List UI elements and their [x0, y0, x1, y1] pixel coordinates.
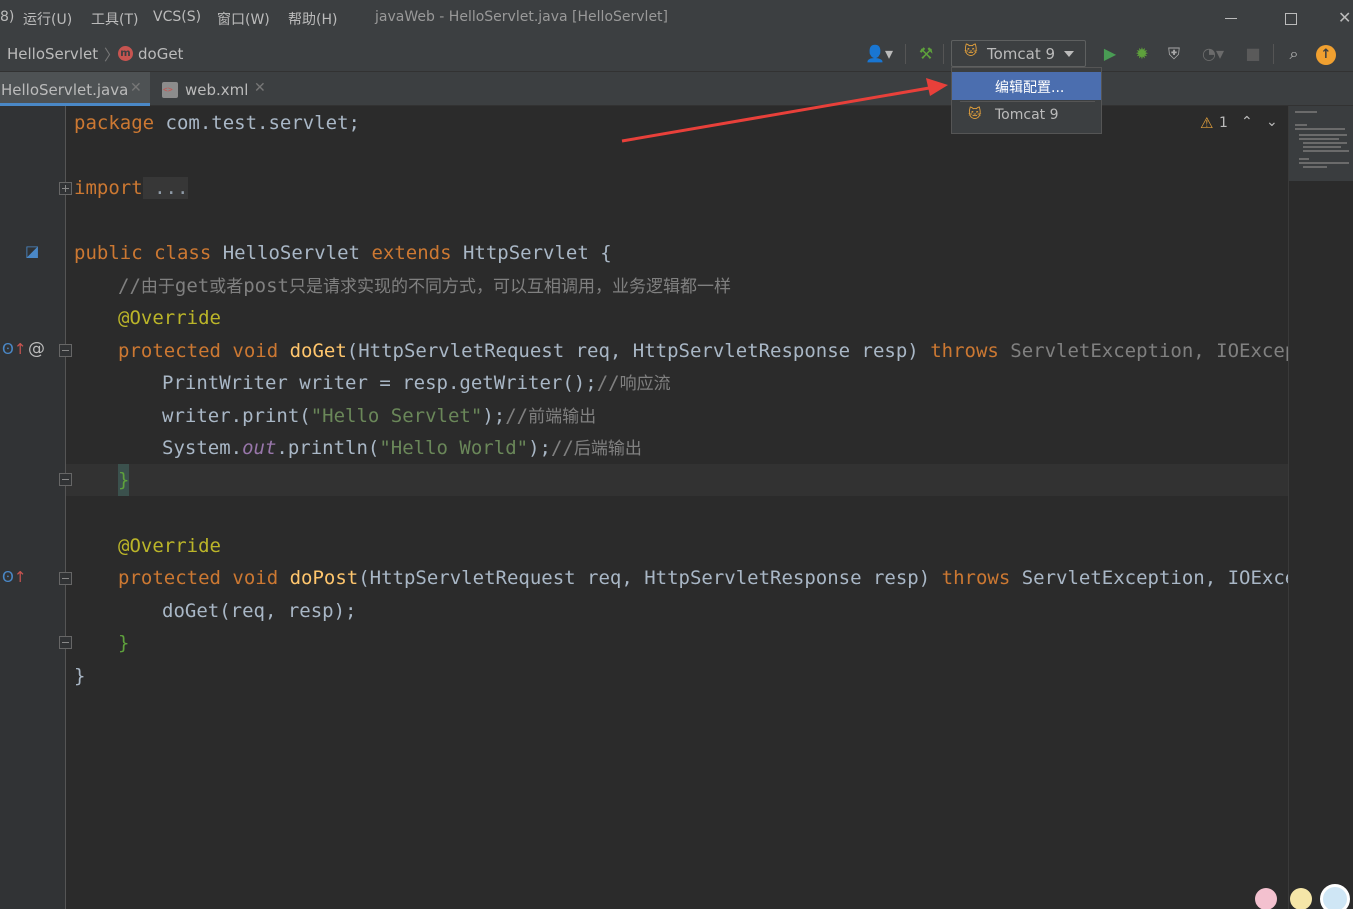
debug-icon[interactable]: ✹ [1131, 44, 1153, 64]
code-line: } [118, 632, 130, 654]
code-line: PrintWriter writer = resp.getWriter();//… [162, 372, 671, 394]
profile-icon[interactable]: ◔▾ [1194, 44, 1232, 64]
code-line: public class HelloServlet extends HttpSe… [74, 242, 612, 264]
minimize-icon[interactable] [1220, 8, 1242, 28]
xml-file-icon [162, 82, 178, 98]
run-config-label: Tomcat 9 [987, 45, 1056, 63]
menu-item-label: 编辑配置... [995, 80, 1065, 96]
menu-item-run[interactable]: 运行(U) [23, 9, 72, 29]
fold-collapse-icon[interactable] [59, 344, 72, 357]
code-line: } [74, 665, 86, 687]
breadcrumb-separator: 〉 [104, 46, 120, 64]
chevron-up-icon[interactable]: ⌃ [1241, 114, 1253, 130]
decorative-sticker [1255, 888, 1277, 909]
close-tab-icon[interactable]: ✕ [254, 80, 266, 96]
menu-item-help[interactable]: 帮助(H) [288, 9, 337, 29]
toolbar-separator [943, 44, 944, 64]
inspection-widget[interactable]: ⚠ 1 ⌃ ⌄ [1198, 114, 1284, 134]
code-comment-line: //由于get或者post只是请求实现的不同方式，可以互相调用，业务逻辑都一样 [118, 275, 731, 297]
tomcat-icon: 🐱 [964, 44, 978, 59]
coverage-icon[interactable]: ⛨ [1163, 44, 1185, 64]
fold-collapse-icon[interactable] [59, 572, 72, 585]
fold-collapse-icon[interactable] [59, 473, 72, 486]
editor-gutter [0, 106, 66, 909]
current-line-highlight [66, 464, 1288, 496]
menu-item-edit-configurations[interactable]: 编辑配置... [952, 72, 1101, 100]
chevron-down-icon[interactable]: ⌄ [1266, 114, 1278, 130]
menu-bar: 8) 运行(U) 工具(T) VCS(S) 窗口(W) 帮助(H) javaWe… [0, 0, 1353, 36]
annotation-icon[interactable]: @ [28, 339, 45, 359]
servlet-class-icon[interactable]: ◪ [25, 242, 39, 260]
fold-collapse-icon[interactable] [59, 636, 72, 649]
run-config-selector[interactable]: 🐱 Tomcat 9 [951, 40, 1086, 67]
method-icon: m [118, 46, 133, 61]
breadcrumb-method[interactable]: doGet [138, 45, 183, 63]
maximize-icon[interactable] [1279, 8, 1301, 28]
code-minimap[interactable] [1288, 106, 1353, 909]
toolbar-separator [1273, 44, 1274, 64]
override-method-icon[interactable]: ʘ↑ [2, 568, 26, 586]
warning-count: 1 [1219, 115, 1228, 131]
tab-label: web.xml [185, 81, 249, 99]
tab-label: HelloServlet.java [1, 81, 129, 99]
code-line: protected void doGet(HttpServletRequest … [118, 340, 1288, 362]
code-line: @Override [118, 307, 221, 329]
toolbar-separator [905, 44, 906, 64]
tomcat-icon: 🐱 [968, 107, 982, 122]
code-line: doGet(req, resp); [162, 600, 357, 622]
code-line: } [118, 464, 130, 496]
code-editor[interactable]: ◪ ʘ↑ @ ʘ↑ package com.test.servlet; impo… [0, 106, 1288, 909]
close-icon[interactable]: ✕ [1338, 8, 1353, 28]
breadcrumb-class[interactable]: HelloServlet [7, 45, 98, 63]
menu-item-tomcat[interactable]: 🐱 Tomcat 9 [952, 102, 1101, 130]
code-line: protected void doPost(HttpServletRequest… [118, 567, 1288, 589]
code-line: import ... [74, 177, 189, 199]
tab-web-xml[interactable]: web.xml ✕ [158, 72, 273, 106]
code-line: @Override [118, 535, 221, 557]
menu-item-run-prev[interactable]: 8) [0, 9, 14, 25]
chevron-down-icon [1064, 51, 1074, 57]
warning-icon: ⚠ [1200, 114, 1214, 132]
menu-item-label: Tomcat 9 [995, 107, 1059, 123]
decorative-sticker [1290, 888, 1312, 909]
update-icon[interactable]: ↑ [1316, 45, 1336, 65]
code-line: writer.print("Hello Servlet");//前端输出 [162, 405, 597, 427]
search-icon[interactable]: ⌕ [1283, 44, 1305, 64]
run-icon[interactable]: ▶ [1100, 44, 1120, 64]
fold-expand-icon[interactable] [59, 182, 72, 195]
window-title: javaWeb - HelloServlet.java [HelloServle… [375, 9, 669, 25]
code-line: package com.test.servlet; [74, 112, 360, 134]
hammer-icon[interactable]: ⚒ [914, 44, 938, 64]
run-config-dropdown: 编辑配置... 🐱 Tomcat 9 [951, 67, 1102, 134]
close-tab-icon[interactable]: ✕ [130, 80, 142, 96]
tab-hello-servlet[interactable]: HelloServlet.java ✕ [0, 72, 150, 106]
annotation-arrow [621, 78, 948, 143]
menu-item-vcs[interactable]: VCS(S) [153, 9, 201, 25]
code-line: System.out.println("Hello World");//后端输出 [162, 437, 642, 459]
decorative-sticker [1320, 884, 1350, 909]
user-icon[interactable]: 👤▾ [862, 44, 896, 64]
stop-icon[interactable]: ■ [1243, 44, 1263, 64]
override-method-icon[interactable]: ʘ↑ [2, 340, 26, 358]
menu-item-tools[interactable]: 工具(T) [91, 9, 138, 29]
menu-item-window[interactable]: 窗口(W) [217, 9, 270, 29]
